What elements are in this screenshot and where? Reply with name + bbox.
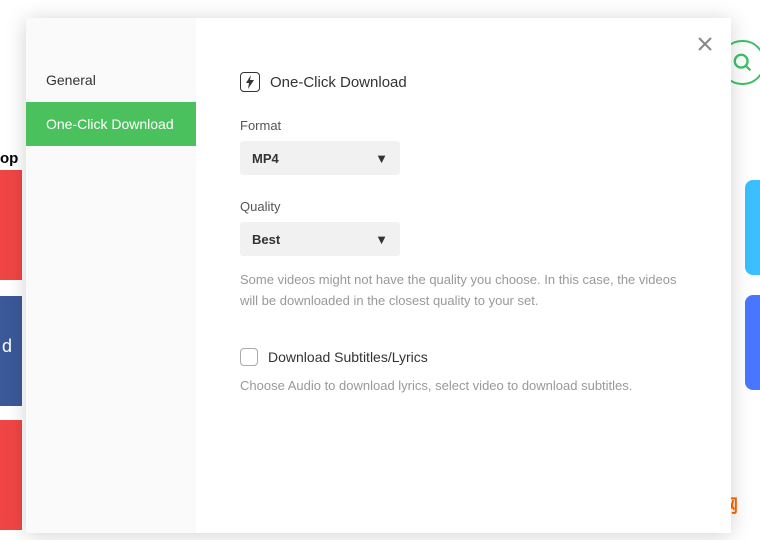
lightning-icon <box>240 72 260 92</box>
quality-select[interactable]: Best ▼ <box>240 222 400 256</box>
quality-value: Best <box>252 232 280 247</box>
bg-tile-blue: d <box>0 296 22 406</box>
sidebar-item-label: General <box>46 72 96 88</box>
format-value: MP4 <box>252 151 279 166</box>
settings-content: One-Click Download Format MP4 ▼ Quality … <box>196 18 731 533</box>
quality-field: Quality Best ▼ Some videos might not hav… <box>240 199 691 312</box>
sidebar-item-one-click-download[interactable]: One-Click Download <box>26 102 196 146</box>
close-icon <box>697 36 713 52</box>
quality-help-text: Some videos might not have the quality y… <box>240 270 691 312</box>
bg-tile-red2 <box>0 420 22 530</box>
format-field: Format MP4 ▼ <box>240 118 691 175</box>
format-label: Format <box>240 118 691 133</box>
format-select[interactable]: MP4 ▼ <box>240 141 400 175</box>
subtitles-row: Download Subtitles/Lyrics <box>240 348 691 366</box>
settings-sidebar: General One-Click Download <box>26 18 196 533</box>
chevron-down-icon: ▼ <box>375 232 388 247</box>
subtitles-label: Download Subtitles/Lyrics <box>268 349 428 365</box>
sidebar-item-general[interactable]: General <box>26 58 196 102</box>
section-title-text: One-Click Download <box>270 74 407 91</box>
bg-pill <box>745 295 760 390</box>
quality-label: Quality <box>240 199 691 214</box>
bg-text: op <box>0 150 18 167</box>
section-title: One-Click Download <box>240 72 691 92</box>
bg-pill <box>745 180 760 275</box>
settings-modal: General One-Click Download One-Click Dow… <box>26 18 731 533</box>
subtitles-checkbox[interactable] <box>240 348 258 366</box>
search-icon <box>732 52 754 74</box>
chevron-down-icon: ▼ <box>375 151 388 166</box>
subtitles-help-text: Choose Audio to download lyrics, select … <box>240 376 691 397</box>
bg-tile-red <box>0 170 22 280</box>
close-button[interactable] <box>697 36 713 57</box>
sidebar-item-label: One-Click Download <box>46 116 174 132</box>
